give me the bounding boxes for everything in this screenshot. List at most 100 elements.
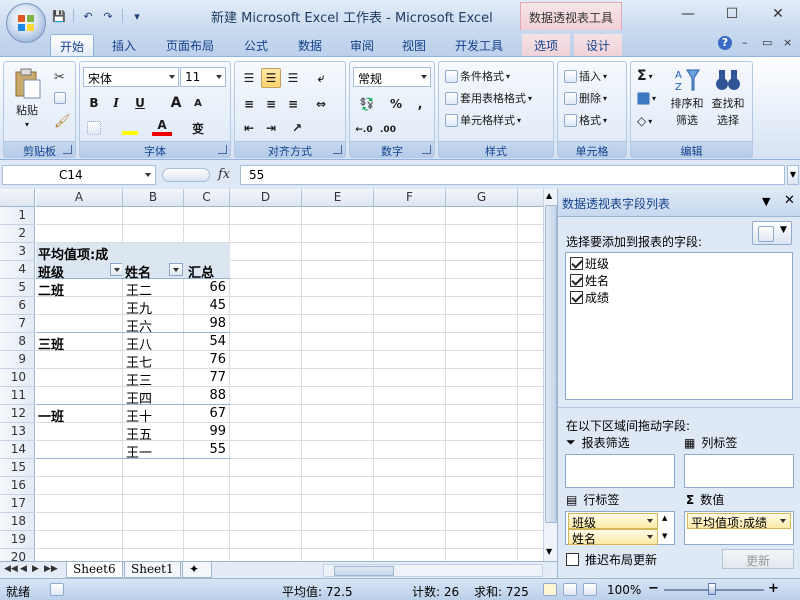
orientation-icon[interactable]: ↗ <box>287 118 307 138</box>
currency-icon[interactable]: 💱 <box>354 94 380 114</box>
column-header[interactable]: E <box>302 189 374 207</box>
increase-decimal-icon[interactable]: ←.0 <box>354 120 374 140</box>
ribbon-minimize-icon[interactable]: – <box>742 36 748 49</box>
row-header[interactable]: 13 <box>0 423 35 441</box>
align-middle-icon[interactable]: ☰ <box>261 68 281 88</box>
font-color-button[interactable]: A <box>152 118 172 136</box>
format-painter-icon[interactable]: 🖌 <box>54 114 71 129</box>
alignment-launcher-icon[interactable] <box>333 145 342 154</box>
pivot-row-field-header[interactable]: 班级 <box>38 262 122 279</box>
tab-options[interactable]: 选项 <box>522 34 570 56</box>
tab-insert[interactable]: 插入 <box>102 34 146 56</box>
increase-indent-icon[interactable]: ⇥ <box>261 118 281 138</box>
row-header[interactable]: 16 <box>0 477 35 495</box>
underline-button[interactable]: U <box>130 93 150 113</box>
row-header[interactable]: 15 <box>0 459 35 477</box>
name-filter-dropdown-icon[interactable] <box>169 263 183 276</box>
copy-icon[interactable] <box>54 92 66 104</box>
row-header[interactable]: 1 <box>0 207 35 225</box>
expand-formula-bar-icon[interactable]: ▼ <box>787 165 799 185</box>
row-header[interactable]: 11 <box>0 387 35 405</box>
tab-page-layout[interactable]: 页面布局 <box>158 34 222 56</box>
row-field-chip[interactable]: 姓名 <box>568 529 658 546</box>
vertical-scrollbar[interactable]: ▲ ▼ <box>543 189 557 561</box>
column-header[interactable]: B <box>123 189 184 207</box>
row-header[interactable]: 5 <box>0 279 35 297</box>
save-icon[interactable]: 💾 <box>50 7 68 25</box>
percent-button[interactable]: % <box>386 94 406 114</box>
field-checkbox[interactable] <box>570 274 583 287</box>
insert-function-button[interactable]: fx <box>218 167 230 182</box>
field-item[interactable]: 班级 <box>570 255 609 272</box>
pivot-total-header[interactable]: 汇总 <box>188 262 229 279</box>
font-launcher-icon[interactable] <box>218 145 227 154</box>
horizontal-scroll-thumb[interactable] <box>334 566 394 576</box>
cell-styles-button[interactable]: 单元格样式 ▾ <box>445 112 521 128</box>
area-scroll-up-icon[interactable]: ▲ <box>662 514 667 522</box>
office-button[interactable] <box>6 3 46 43</box>
wrap-text-icon[interactable]: ⤶ <box>311 68 331 88</box>
sort-filter-button[interactable]: AZ 排序和 筛选 <box>669 66 705 128</box>
row-header[interactable]: 10 <box>0 369 35 387</box>
row-header[interactable]: 19 <box>0 531 35 549</box>
merge-center-icon[interactable]: ⇔ <box>311 94 331 114</box>
column-header[interactable]: C <box>184 189 230 207</box>
defer-checkbox[interactable] <box>566 553 579 566</box>
column-header[interactable]: A <box>36 189 123 207</box>
first-sheet-icon[interactable]: ◀◀ <box>4 564 18 574</box>
scroll-down-icon[interactable]: ▼ <box>546 547 552 556</box>
find-select-button[interactable]: 查找和 选择 <box>709 66 747 128</box>
format-cells-button[interactable]: 格式 ▾ <box>564 112 607 128</box>
page-break-view-icon[interactable] <box>583 582 597 596</box>
pane-splitter[interactable] <box>558 407 800 411</box>
shrink-font-button[interactable]: A <box>188 93 208 113</box>
number-launcher-icon[interactable] <box>422 145 431 154</box>
pivot-value-cell[interactable]: 67 <box>184 406 229 423</box>
row-header[interactable]: 12 <box>0 405 35 423</box>
horizontal-scrollbar[interactable] <box>323 564 543 577</box>
fill-icon[interactable]: ▾ <box>637 92 656 105</box>
pivot-name-cell[interactable]: 王二 <box>126 280 183 297</box>
clear-icon[interactable]: ◇ ▾ <box>637 114 652 128</box>
pivot-value-cell[interactable]: 88 <box>184 388 229 405</box>
pivot-value-cell[interactable]: 45 <box>184 298 229 315</box>
zoom-in-button[interactable]: + <box>768 581 779 596</box>
next-sheet-icon[interactable]: ▶ <box>32 564 39 574</box>
autosum-button[interactable]: Σ ▾ <box>637 68 653 84</box>
font-name-select[interactable]: 宋体 <box>83 67 179 87</box>
decrease-indent-icon[interactable]: ⇤ <box>239 118 259 138</box>
pivot-name-field-header[interactable]: 姓名 <box>125 262 183 279</box>
insert-sheet-icon[interactable]: ✦ <box>182 562 212 578</box>
delete-cells-button[interactable]: 删除 ▾ <box>564 90 607 106</box>
column-header[interactable]: F <box>374 189 446 207</box>
report-filter-area[interactable] <box>565 454 675 488</box>
normal-view-icon[interactable] <box>543 582 557 596</box>
pivot-class-cell[interactable]: 三班 <box>38 334 122 351</box>
select-all-corner[interactable] <box>0 189 35 207</box>
pane-close-icon[interactable]: ✕ <box>784 193 795 208</box>
row-labels-area[interactable]: 班级 姓名 ▲ ▼ <box>565 511 675 546</box>
field-checkbox[interactable] <box>570 257 583 270</box>
pivot-value-cell[interactable]: 54 <box>184 334 229 351</box>
pivot-value-cell[interactable]: 66 <box>184 280 229 297</box>
row-field-chip[interactable]: 班级 <box>568 513 658 530</box>
update-button[interactable]: 更新 <box>722 549 794 569</box>
tab-formulas[interactable]: 公式 <box>234 34 278 56</box>
format-as-table-button[interactable]: 套用表格格式 ▾ <box>445 90 532 106</box>
pivot-name-cell[interactable]: 王四 <box>126 388 183 405</box>
pivot-name-cell[interactable]: 王八 <box>126 334 183 351</box>
scroll-up-icon[interactable]: ▲ <box>546 191 552 200</box>
pivot-name-cell[interactable]: 王十 <box>126 406 183 423</box>
minimize-button[interactable]: — <box>674 4 702 24</box>
row-header[interactable]: 6 <box>0 297 35 315</box>
clipboard-launcher-icon[interactable] <box>63 145 72 154</box>
pane-layout-button[interactable]: ▼ <box>752 221 792 245</box>
conditional-format-button[interactable]: 条件格式 ▾ <box>445 68 510 84</box>
pivot-values-caption[interactable]: 平均值项:成 <box>38 244 127 261</box>
pivot-value-cell[interactable]: 77 <box>184 370 229 387</box>
last-sheet-icon[interactable]: ▶▶ <box>44 564 58 574</box>
defer-update-option[interactable]: 推迟布局更新 <box>566 551 657 568</box>
pivot-class-cell[interactable]: 二班 <box>38 280 122 297</box>
pivot-value-cell[interactable]: 99 <box>184 424 229 441</box>
pivot-name-cell[interactable]: 王九 <box>126 298 183 315</box>
